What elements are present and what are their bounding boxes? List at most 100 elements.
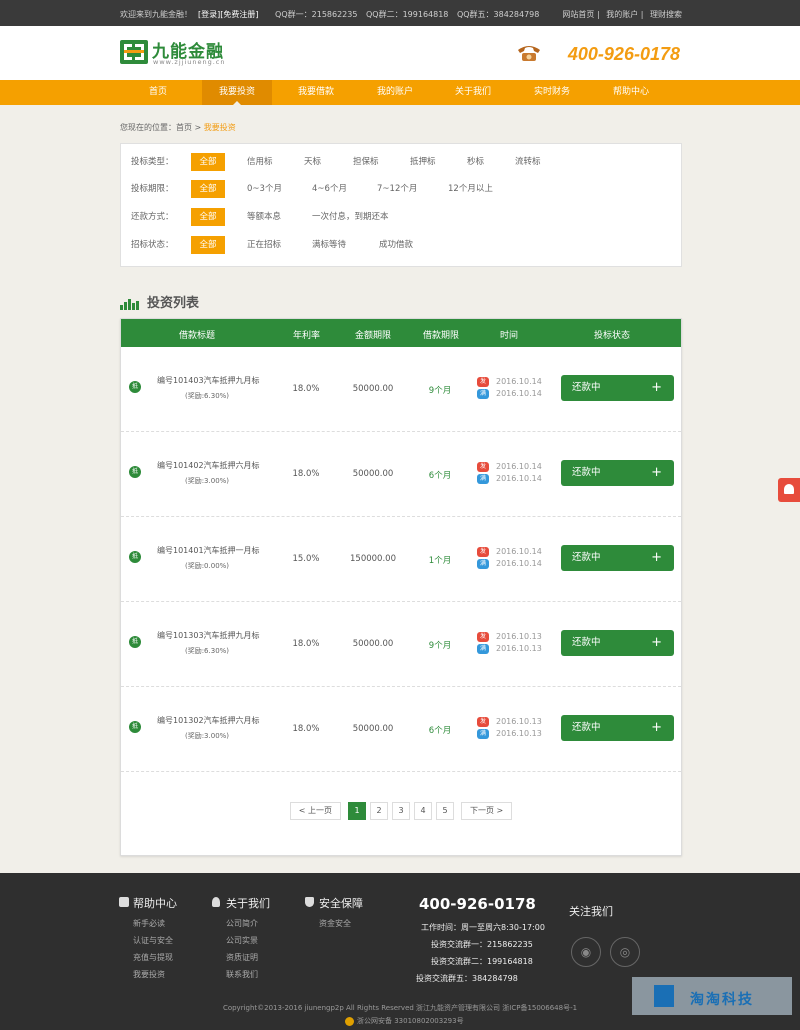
plus-icon: + bbox=[651, 720, 662, 735]
status-button[interactable]: 还款中 + bbox=[561, 460, 674, 486]
status-label: 还款中 bbox=[572, 467, 601, 478]
site-home-link[interactable]: 网站首页 | bbox=[562, 10, 599, 19]
filter-option[interactable]: 成功借款 bbox=[379, 236, 413, 254]
footer-hotline: 400-926-0178 bbox=[419, 895, 536, 913]
publish-date: 2016.10.14 bbox=[496, 547, 542, 556]
filter-type: 投标类型： 全部 信用标 天标 担保标 抵押标 秒标 流转标 bbox=[131, 153, 671, 171]
loan-term: 1个月 bbox=[428, 556, 452, 566]
filter-option[interactable]: 全部 bbox=[191, 180, 225, 198]
chat-bubble-icon bbox=[784, 484, 794, 494]
footer-link[interactable]: 资质证明 bbox=[212, 949, 270, 966]
status-button[interactable]: 还款中 + bbox=[561, 630, 674, 656]
my-account-link[interactable]: 我的账户 | bbox=[606, 10, 643, 19]
loan-title[interactable]: 编号101303汽车抵押九月标 bbox=[157, 630, 260, 641]
prev-page-button[interactable]: < 上一页 bbox=[289, 802, 341, 820]
page-button[interactable]: 1 bbox=[348, 802, 366, 820]
customer-service-tab[interactable] bbox=[778, 478, 800, 502]
weibo-icon[interactable]: ◉ bbox=[571, 937, 601, 967]
table-row[interactable]: 抵 编号101302汽车抵押六月标 (奖励:3.00%) 18.0% 50000… bbox=[121, 687, 681, 772]
page-button[interactable]: 4 bbox=[414, 802, 432, 820]
finance-search-link[interactable]: 理财搜索 bbox=[650, 10, 682, 19]
filter-option[interactable]: 全部 bbox=[191, 153, 225, 171]
qq-group-1-footer: 投资交流群一：215862235 bbox=[431, 940, 533, 949]
table-row[interactable]: 抵 编号101401汽车抵押一月标 (奖励:0.00%) 15.0% 15000… bbox=[121, 517, 681, 602]
login-link[interactable]: [登录] bbox=[198, 10, 220, 19]
footer-about: 关于我们 公司简介 公司实景 资质证明 联系我们 bbox=[212, 895, 270, 983]
col-amount: 金额期限 bbox=[355, 331, 392, 341]
table-row[interactable]: 抵 编号101403汽车抵押九月标 (奖励:6.30%) 18.0% 50000… bbox=[121, 347, 681, 432]
filter-option[interactable]: 正在招标 bbox=[247, 236, 281, 254]
nav-borrow[interactable]: 我要借款 bbox=[281, 80, 351, 105]
publish-tag-icon: 发 bbox=[477, 632, 489, 642]
filter-option[interactable]: 全部 bbox=[191, 236, 225, 254]
qq-group-5: QQ群五：384284798 bbox=[456, 10, 540, 19]
footer-help-title: 帮助中心 bbox=[119, 895, 177, 911]
filter-option[interactable]: 秒标 bbox=[467, 153, 484, 171]
status-button[interactable]: 还款中 + bbox=[561, 545, 674, 571]
publish-date: 2016.10.14 bbox=[496, 377, 542, 386]
table-row[interactable]: 抵 编号101303汽车抵押九月标 (奖励:6.30%) 18.0% 50000… bbox=[121, 602, 681, 687]
filter-option[interactable]: 满标等待 bbox=[312, 236, 346, 254]
filter-option[interactable]: 全部 bbox=[191, 208, 225, 226]
loan-title[interactable]: 编号101401汽车抵押一月标 bbox=[157, 545, 260, 556]
page-button[interactable]: 3 bbox=[392, 802, 410, 820]
filter-option[interactable]: 信用标 bbox=[247, 153, 273, 171]
filter-option[interactable]: 担保标 bbox=[353, 153, 379, 171]
nav-home[interactable]: 首页 bbox=[123, 80, 193, 105]
status-button[interactable]: 还款中 + bbox=[561, 375, 674, 401]
col-time: 时间 bbox=[500, 331, 519, 341]
footer-about-title-text: 关于我们 bbox=[226, 897, 270, 910]
footer-link[interactable]: 充值与提现 bbox=[119, 949, 177, 966]
page-button[interactable]: 5 bbox=[436, 802, 454, 820]
loan-term: 9个月 bbox=[428, 386, 452, 396]
logo[interactable]: 九能金融 www.zjjiuneng.cn bbox=[120, 38, 260, 70]
mortgage-tag-icon: 抵 bbox=[129, 636, 141, 648]
nav-invest[interactable]: 我要投资 bbox=[202, 80, 272, 105]
logo-mark-icon bbox=[120, 40, 148, 64]
watermark: 淘淘科技 bbox=[632, 977, 792, 1015]
publish-date: 2016.10.13 bbox=[496, 632, 542, 641]
next-page-button[interactable]: 下一页 > bbox=[461, 802, 513, 820]
filter-option[interactable]: 12个月以上 bbox=[448, 180, 493, 198]
wechat-icon[interactable]: ◎ bbox=[610, 937, 640, 967]
page-button[interactable]: 2 bbox=[370, 802, 388, 820]
breadcrumb-prefix[interactable]: 您现在的位置：首页 > bbox=[120, 123, 204, 132]
mortgage-tag-icon: 抵 bbox=[129, 381, 141, 393]
col-title: 借款标题 bbox=[179, 331, 216, 341]
gift-icon bbox=[119, 897, 129, 907]
loan-bonus: (奖励:3.00%) bbox=[184, 477, 230, 485]
nav-about[interactable]: 关于我们 bbox=[438, 80, 508, 105]
loan-bonus: (奖励:6.30%) bbox=[184, 647, 230, 655]
filter-option[interactable]: 等额本息 bbox=[247, 208, 281, 226]
footer-link[interactable]: 公司实景 bbox=[212, 932, 270, 949]
footer-link[interactable]: 认证与安全 bbox=[119, 932, 177, 949]
filter-option[interactable]: 抵押标 bbox=[410, 153, 436, 171]
full-date: 2016.10.14 bbox=[496, 559, 542, 568]
police-record: 浙公网安备 33010802003293号 bbox=[345, 1016, 464, 1026]
filter-option[interactable]: 0~3个月 bbox=[247, 180, 282, 198]
register-link[interactable]: [免费注册] bbox=[220, 10, 258, 19]
nav-help[interactable]: 帮助中心 bbox=[596, 80, 666, 105]
loan-title[interactable]: 编号101402汽车抵押六月标 bbox=[157, 460, 260, 471]
footer-link[interactable]: 我要投资 bbox=[119, 966, 177, 983]
publish-tag-icon: 发 bbox=[477, 547, 489, 557]
footer-safety-title-text: 安全保障 bbox=[319, 897, 363, 910]
main-nav: 首页 我要投资 我要借款 我的账户 关于我们 实时财务 帮助中心 bbox=[0, 80, 800, 105]
filter-option[interactable]: 4~6个月 bbox=[312, 180, 347, 198]
top-bar-links: 网站首页 | 我的账户 | 理财搜索 bbox=[558, 9, 682, 20]
footer-link[interactable]: 公司简介 bbox=[212, 915, 270, 932]
filter-option[interactable]: 一次付息，到期还本 bbox=[312, 208, 389, 226]
table-row[interactable]: 抵 编号101402汽车抵押六月标 (奖励:3.00%) 18.0% 50000… bbox=[121, 432, 681, 517]
filter-option[interactable]: 流转标 bbox=[515, 153, 541, 171]
footer-contact-info: 工作时间：周一至周六8:30-17:00 投资交流群一：215862235 投资… bbox=[416, 919, 545, 987]
filter-option[interactable]: 天标 bbox=[304, 153, 321, 171]
nav-finance[interactable]: 实时财务 bbox=[517, 80, 587, 105]
filter-option[interactable]: 7~12个月 bbox=[377, 180, 417, 198]
nav-my-account[interactable]: 我的账户 bbox=[360, 80, 430, 105]
footer-link[interactable]: 新手必读 bbox=[119, 915, 177, 932]
footer-link[interactable]: 联系我们 bbox=[212, 966, 270, 983]
loan-title[interactable]: 编号101403汽车抵押九月标 bbox=[157, 375, 260, 386]
footer-link[interactable]: 资金安全 bbox=[305, 915, 363, 932]
status-button[interactable]: 还款中 + bbox=[561, 715, 674, 741]
loan-title[interactable]: 编号101302汽车抵押六月标 bbox=[157, 715, 260, 726]
